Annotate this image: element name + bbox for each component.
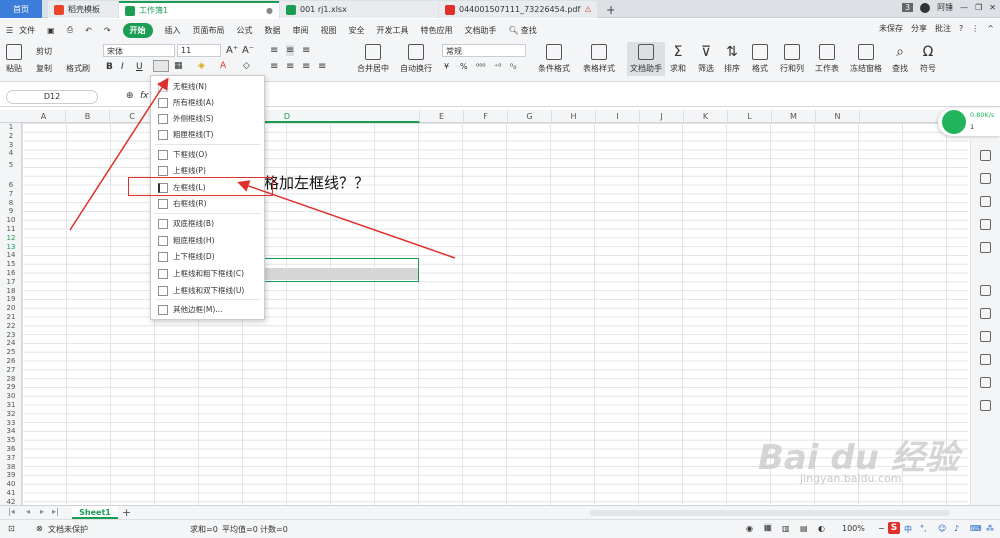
status-sum: 求和=0 <box>190 525 218 534</box>
prev-sheet-icon[interactable]: ◂ <box>26 507 30 516</box>
horizontal-scrollbar[interactable] <box>590 510 950 516</box>
ime-keyboard-icon[interactable]: ⌨ <box>970 524 982 533</box>
status-average: 平均值=0 <box>222 525 258 534</box>
sheet-tab-sheet1[interactable]: Sheet1 <box>72 506 118 519</box>
macro-icon[interactable]: ⊡ <box>8 524 15 533</box>
protect-status[interactable]: 文档未保护 <box>48 524 88 535</box>
protect-icon: ⊗ <box>36 524 43 533</box>
zoom-level[interactable]: 100% <box>842 524 865 533</box>
next-sheet-icon[interactable]: ▸ <box>40 507 44 516</box>
ime-punct-icon[interactable]: °, <box>920 524 927 533</box>
page-break-view-icon[interactable]: ▤ <box>800 524 808 533</box>
last-sheet-icon[interactable]: ▸| <box>52 507 59 516</box>
sheet-tab-bar: |◂ ◂ ▸ ▸| Sheet1 + <box>0 505 1000 519</box>
zoom-out-icon[interactable]: − <box>878 524 885 533</box>
normal-view-icon[interactable]: ▦ <box>764 523 772 532</box>
reading-mode-icon[interactable]: ◐ <box>818 524 825 533</box>
ime-emoji-icon[interactable]: ☺ <box>938 524 946 533</box>
sogou-ime-icon[interactable]: S <box>888 522 900 534</box>
status-bar: ⊡ ⊗ 文档未保护 求和=0 平均值=0 计数=0 ◉ ▦ ▥ ▤ ◐ 100%… <box>0 519 1000 538</box>
annotation-arrows <box>69 77 456 259</box>
arrow-to-border-button <box>69 77 169 231</box>
ime-mode[interactable]: 中 <box>904 524 912 535</box>
arrow-to-left-border <box>237 180 456 259</box>
status-count: 计数=0 <box>260 525 288 534</box>
eye-protect-icon[interactable]: ◉ <box>746 524 753 533</box>
first-sheet-icon[interactable]: |◂ <box>8 507 15 516</box>
page-layout-view-icon[interactable]: ▥ <box>782 524 790 533</box>
add-sheet-button[interactable]: + <box>122 506 131 519</box>
ime-voice-icon[interactable]: ♪ <box>954 524 959 533</box>
ime-tools-icon[interactable]: ⁂ <box>986 524 994 533</box>
